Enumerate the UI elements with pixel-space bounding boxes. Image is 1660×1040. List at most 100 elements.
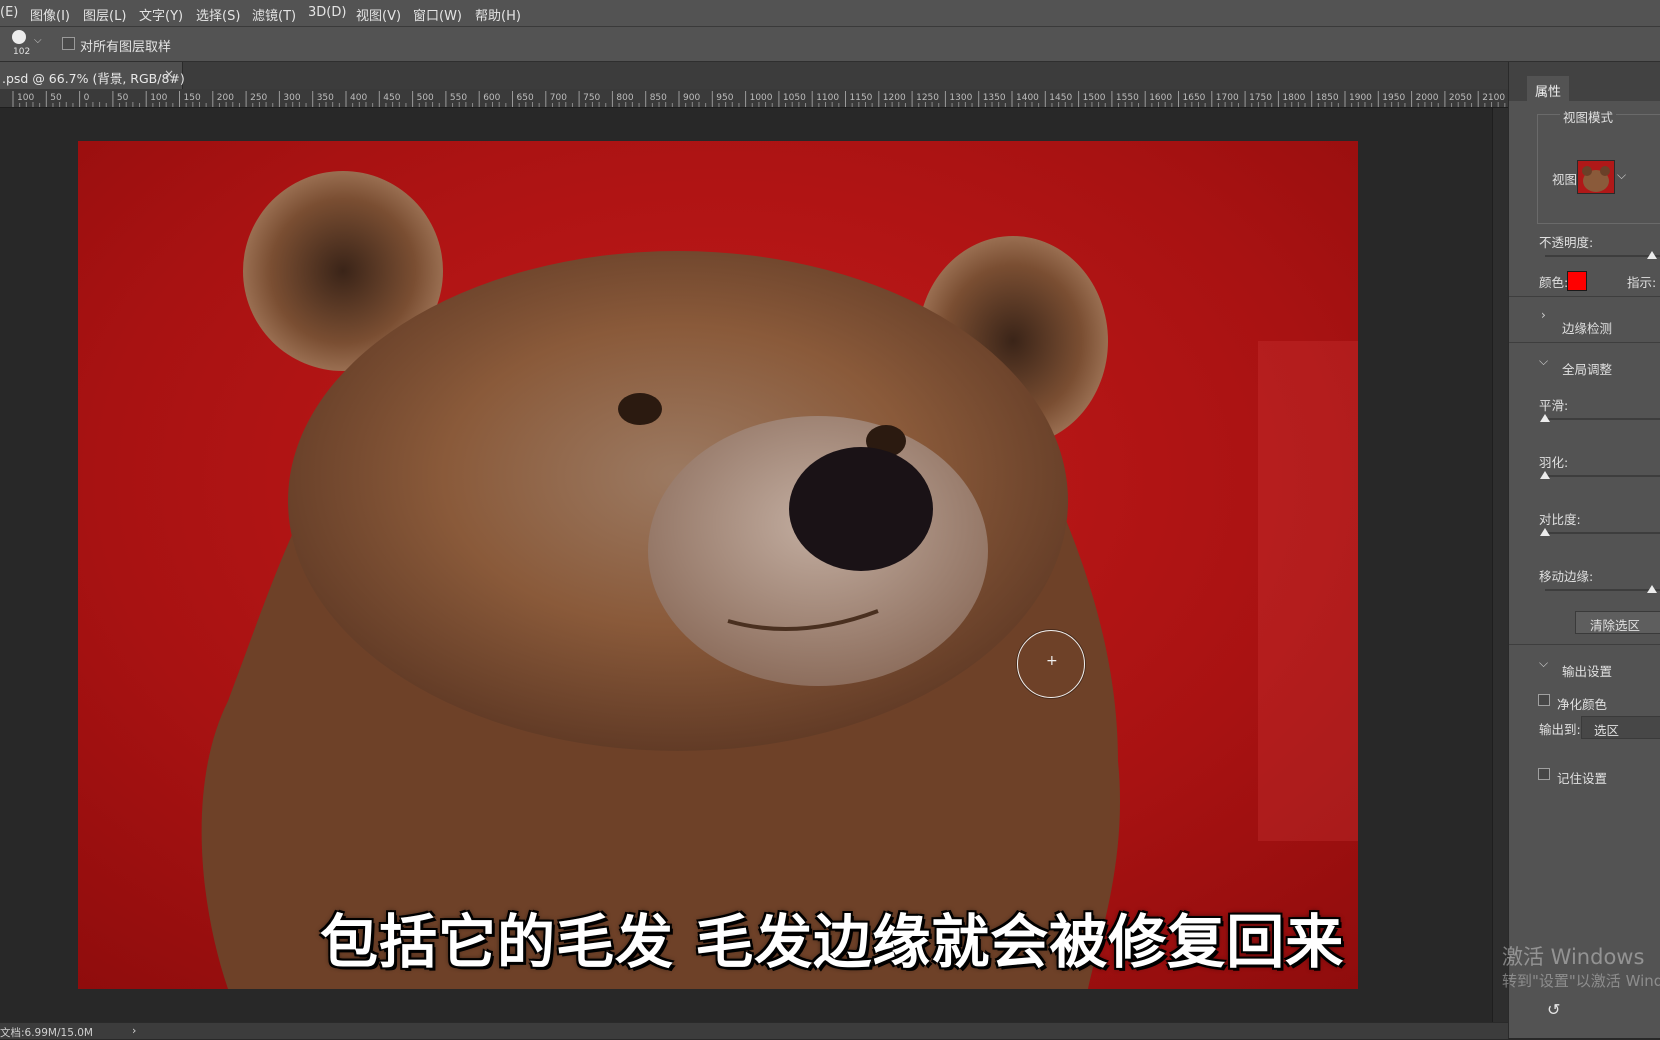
- divider: [1509, 342, 1660, 343]
- opacity-slider-thumb[interactable]: [1647, 251, 1657, 259]
- undo-icon[interactable]: ↺: [1547, 1000, 1560, 1019]
- menu-help[interactable]: 帮助(H): [475, 5, 521, 24]
- ruler-label: 1050: [782, 93, 806, 103]
- ruler-label: 500: [416, 93, 434, 103]
- view-mode-thumbnail[interactable]: [1577, 160, 1615, 194]
- ruler-label: 900: [683, 93, 701, 103]
- ruler-label: 200: [216, 93, 234, 103]
- ruler-label: 450: [383, 93, 401, 103]
- feather-label: 羽化:: [1539, 455, 1569, 470]
- ruler-label: 150: [183, 93, 201, 103]
- ruler-label: 950: [716, 93, 734, 103]
- ruler-label: 1900: [1349, 93, 1372, 103]
- smooth-slider-track[interactable]: [1545, 418, 1660, 420]
- ruler-label: 1300: [949, 93, 973, 103]
- ruler-label: 1100: [816, 93, 840, 103]
- feather-slider-track[interactable]: [1545, 475, 1660, 477]
- options-bar: 102 ⌵ 对所有图层取样: [0, 27, 1660, 62]
- ruler-label: 1150: [849, 93, 873, 103]
- ruler-label: 1500: [1082, 93, 1106, 103]
- chevron-down-icon[interactable]: ⌵: [1539, 656, 1548, 671]
- video-subtitle: 包括它的毛发 毛发边缘就会被修复回来: [320, 908, 1345, 976]
- bear-left-eye: [618, 393, 662, 425]
- menu-filter[interactable]: 滤镜(T): [252, 5, 296, 24]
- ruler-label: 1800: [1282, 93, 1306, 103]
- ruler-label: 1650: [1182, 93, 1206, 103]
- ruler-label: 650: [516, 93, 534, 103]
- ruler-label: 300: [283, 93, 301, 103]
- view-mode-label: 视图模式: [1560, 107, 1617, 126]
- ruler-label: 1200: [882, 93, 906, 103]
- ruler-label: 100: [17, 93, 35, 103]
- ruler-label: 2000: [1415, 93, 1439, 103]
- chevron-down-icon[interactable]: ⌵: [1617, 168, 1626, 183]
- output-to-label: 输出到:: [1539, 722, 1581, 737]
- ruler-label: 550: [449, 93, 468, 103]
- ruler-label: 2100: [1482, 93, 1506, 103]
- menu-type[interactable]: 文字(Y): [139, 5, 183, 24]
- ruler-label: 750: [583, 93, 601, 103]
- ruler-label: 1750: [1249, 93, 1272, 103]
- menu-select[interactable]: 选择(S): [196, 5, 240, 24]
- smooth-slider-thumb[interactable]: [1540, 414, 1550, 422]
- ruler-label: 850: [649, 93, 667, 103]
- ruler-label: 1400: [1016, 93, 1039, 103]
- contrast-label: 对比度:: [1539, 512, 1581, 527]
- chevron-right-icon[interactable]: ›: [132, 1024, 136, 1037]
- sample-all-layers-checkbox[interactable]: [62, 37, 75, 50]
- chevron-right-icon[interactable]: ›: [1541, 308, 1546, 322]
- document-tab-row: .psd @ 66.7% (背景, RGB/8#) ×: [0, 62, 1508, 89]
- properties-panel: 属性 视图模式 视图: ⌵ 不透明度: 颜色: 指示: › 边缘检测 ⌵ 全局调…: [1508, 62, 1660, 1038]
- menu-window[interactable]: 窗口(W): [413, 5, 462, 24]
- bear-nose: [789, 447, 933, 571]
- menu-layer[interactable]: 图层(L): [83, 5, 126, 24]
- output-to-select[interactable]: 选区: [1581, 716, 1660, 739]
- menu-view[interactable]: 视图(V): [356, 5, 401, 24]
- ruler-label: 1700: [1215, 93, 1239, 103]
- background-highlight: [1258, 341, 1358, 841]
- chevron-down-icon[interactable]: ⌵: [34, 35, 42, 46]
- indicate-label: 指示:: [1627, 275, 1657, 290]
- opacity-slider-track[interactable]: [1545, 255, 1660, 257]
- ruler-label: 250: [250, 93, 268, 103]
- windows-activation-title: 激活 Windows: [1502, 945, 1645, 969]
- clear-selection-label: 清除选区: [1590, 618, 1641, 633]
- output-settings-header[interactable]: 输出设置: [1562, 661, 1612, 680]
- chevron-down-icon[interactable]: ⌵: [1539, 354, 1548, 369]
- remember-settings-checkbox[interactable]: [1538, 768, 1550, 780]
- color-label: 颜色:: [1539, 275, 1569, 290]
- sample-all-layers-label: 对所有图层取样: [80, 40, 172, 55]
- remember-settings-label: 记住设置: [1557, 771, 1608, 786]
- menu-image[interactable]: 图像(I): [30, 5, 70, 24]
- brush-cursor: +: [1017, 630, 1085, 698]
- panel-tab-bar: 属性: [1509, 62, 1660, 101]
- vertical-scrollbar[interactable]: [1492, 108, 1509, 1022]
- global-refine-header[interactable]: 全局调整: [1562, 359, 1612, 378]
- tab-properties-label: 属性: [1535, 85, 1562, 100]
- clear-selection-button[interactable]: 清除选区: [1575, 611, 1660, 634]
- brush-preset-icon[interactable]: [12, 30, 26, 44]
- menu-edit[interactable]: (E): [0, 5, 18, 20]
- opacity-label: 不透明度:: [1539, 235, 1594, 250]
- contrast-slider-track[interactable]: [1545, 532, 1660, 534]
- shift-edge-slider-track[interactable]: [1545, 589, 1660, 591]
- ruler-label: 1550: [1115, 93, 1139, 103]
- menu-3d[interactable]: 3D(D): [308, 5, 346, 20]
- divider: [1509, 644, 1660, 645]
- ruler-label: 700: [549, 93, 567, 103]
- feather-slider-thumb[interactable]: [1540, 471, 1550, 479]
- smooth-label: 平滑:: [1539, 398, 1569, 413]
- tab-properties[interactable]: 属性: [1527, 76, 1569, 101]
- color-swatch[interactable]: [1567, 271, 1587, 291]
- ruler-label: 800: [616, 93, 634, 103]
- document-canvas[interactable]: [78, 141, 1358, 989]
- decontaminate-colors-checkbox[interactable]: [1538, 694, 1550, 706]
- ruler-label: 50: [50, 93, 62, 103]
- edge-detection-header[interactable]: 边缘检测: [1562, 318, 1612, 337]
- close-icon[interactable]: ×: [164, 67, 174, 81]
- shift-edge-slider-thumb[interactable]: [1647, 585, 1657, 593]
- ruler-label: 0: [83, 93, 90, 103]
- document-tab[interactable]: .psd @ 66.7% (背景, RGB/8#) ×: [0, 62, 185, 89]
- contrast-slider-thumb[interactable]: [1540, 528, 1550, 536]
- document-tab-label: .psd @ 66.7% (背景, RGB/8#): [2, 71, 185, 86]
